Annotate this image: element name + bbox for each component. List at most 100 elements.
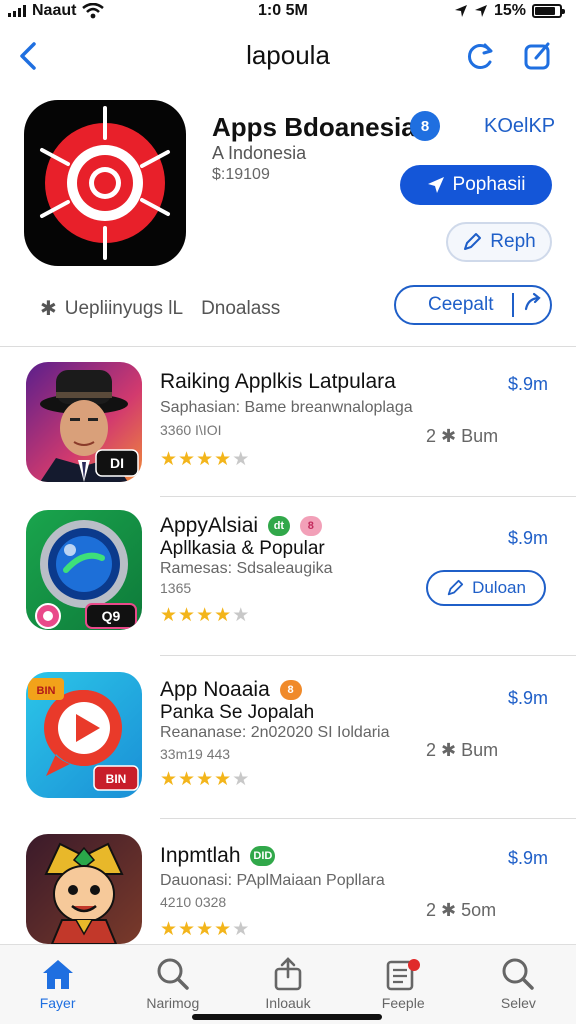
search-icon: [502, 958, 535, 990]
star-filled-icon: ★: [178, 919, 197, 940]
chevron-left-icon: [20, 42, 36, 70]
list-item[interactable]: BIN BIN App Noaaia 8 Panka Se Jopalah Re…: [0, 672, 576, 832]
app-description: Ramesas: Sdsaleaugika: [160, 560, 333, 577]
tab-search[interactable]: Narimog: [115, 945, 230, 1024]
app-price[interactable]: $.9m: [508, 374, 548, 395]
star-rating: ★★★★★: [160, 768, 250, 791]
app-description: Saphasian: Bame breanwnaloplaga: [160, 399, 413, 416]
battery-fill: [535, 7, 556, 15]
tab-label: Selev: [500, 995, 536, 1011]
row-divider: [160, 496, 576, 497]
list-item[interactable]: DI Raiking Applkis Latpulara Saphasian: …: [0, 362, 576, 522]
battery-icon: [532, 4, 565, 18]
button-divider: [512, 293, 514, 317]
app-title: Inpmtlah DID: [160, 844, 276, 868]
get-button[interactable]: Ceepalt: [394, 285, 552, 325]
app-title: App Noaaia 8: [160, 678, 302, 702]
app-description: Dauonasi: PAplMaiaan Popllara: [160, 872, 385, 889]
app-code: 3360 I\IOI: [160, 422, 222, 438]
badge-circle: 8: [299, 516, 322, 537]
app-price[interactable]: $.9m: [508, 848, 548, 869]
status-bar: Naaut 1:0 5M 15%: [0, 0, 576, 22]
tab-bar: Fayer Narimog Inloauk Feeple Selev: [0, 944, 576, 1024]
star-filled-icon: ★: [160, 769, 179, 790]
app-title: AppyAlsiai dt 8: [160, 514, 322, 538]
status-time: 1:0 5M: [258, 2, 308, 19]
signal-icon: [8, 5, 26, 17]
star-empty-icon: ★: [232, 605, 251, 626]
app-icon-play: BIN BIN: [26, 672, 142, 798]
app-price[interactable]: $.9m: [508, 688, 548, 709]
status-right: 15%: [454, 2, 565, 20]
star-filled-icon: ★: [178, 769, 197, 790]
meta-text-2: Dnoalass: [201, 297, 281, 319]
reply-button[interactable]: Reph: [446, 222, 552, 262]
back-button[interactable]: [10, 36, 46, 76]
character-icon: [44, 842, 124, 944]
app-price[interactable]: $.9m: [508, 528, 548, 549]
star-filled-icon: ★: [196, 605, 215, 626]
carrier-label: Naaut: [32, 2, 77, 19]
app-code: 1365: [160, 580, 192, 596]
app-title: Raiking Applkis Latpulara: [160, 370, 396, 393]
get-button-label: Ceepalt: [428, 294, 494, 315]
tab-home[interactable]: Fayer: [0, 945, 115, 1024]
meta-text: Uepliinyugs lL: [64, 297, 184, 319]
badge-did: DID: [250, 846, 276, 867]
refresh-button[interactable]: [462, 38, 498, 74]
nav-bar: lapoula: [0, 28, 576, 84]
star-rating: ★★★★★: [160, 448, 250, 471]
app-title-text: AppyAlsiai: [160, 514, 259, 537]
tab-news[interactable]: Feeple: [346, 945, 461, 1024]
list-item[interactable]: Q9 AppyAlsiai dt 8 Apllkasia & Popular R…: [0, 510, 576, 670]
search-icon: [157, 958, 189, 990]
location-icon: [454, 5, 467, 17]
share-icon: [524, 292, 541, 311]
star-filled-icon: ★: [196, 769, 215, 790]
icon-label: Q9: [102, 608, 121, 624]
icon-label: BIN: [106, 772, 127, 786]
edit-button[interactable]: [520, 38, 556, 74]
share-icon: [274, 957, 302, 991]
play-icon: BIN BIN: [28, 678, 139, 791]
edit-icon: [524, 42, 550, 70]
star-filled-icon: ★: [160, 449, 179, 470]
app-name: Apps Bdoanesia: [212, 112, 416, 142]
app-icon-target[interactable]: [24, 100, 186, 266]
app-price: $:19109: [212, 166, 270, 183]
tab-share[interactable]: Inloauk: [230, 945, 345, 1024]
pen-icon: [447, 579, 464, 596]
app-subtitle: Apllkasia & Popular: [160, 538, 325, 559]
app-icon-character: [26, 834, 142, 944]
star-rating: ★★★★★: [160, 604, 250, 627]
app-subtitle: Panka Se Jopalah: [160, 702, 315, 723]
download-button[interactable]: Duloan: [426, 570, 546, 606]
app-header: Apps Bdoanesia 8 KOelKP A Indonesia $:19…: [0, 90, 576, 345]
app-icon-lens: Q9: [26, 510, 142, 630]
meta-row: ✱ Uepliinyugs lL Dnoalass: [40, 296, 280, 321]
wifi-icon: [82, 3, 105, 19]
home-icon: [42, 960, 73, 989]
star-filled-icon: ★: [160, 605, 179, 626]
pen-icon: [464, 233, 482, 250]
refresh-icon: [468, 43, 493, 69]
app-code: 4210 0328: [160, 894, 227, 910]
icon-corner-label: BIN: [37, 685, 56, 697]
home-indicator: [192, 1014, 382, 1020]
header-code[interactable]: KOelKP: [484, 115, 555, 138]
tab-label: Fayer: [39, 995, 76, 1011]
section-divider: [0, 346, 576, 347]
verified-badge-icon: 8: [410, 111, 440, 141]
primary-button[interactable]: Pophasii: [400, 165, 552, 205]
star-empty-icon: ★: [232, 449, 251, 470]
reply-button-label: Reph: [490, 231, 536, 252]
app-meta: 2 ✱ Bum: [426, 740, 499, 760]
app-meta: 2 ✱ Bum: [426, 426, 499, 446]
tab-search-2[interactable]: Selev: [461, 945, 576, 1024]
status-left: Naaut: [8, 2, 105, 20]
tab-label: Inloauk: [265, 995, 311, 1011]
app-code: 33m19 443: [160, 746, 231, 762]
battery-percent: 15%: [493, 2, 526, 19]
star-empty-icon: ★: [232, 919, 251, 940]
star-filled-icon: ★: [196, 919, 215, 940]
